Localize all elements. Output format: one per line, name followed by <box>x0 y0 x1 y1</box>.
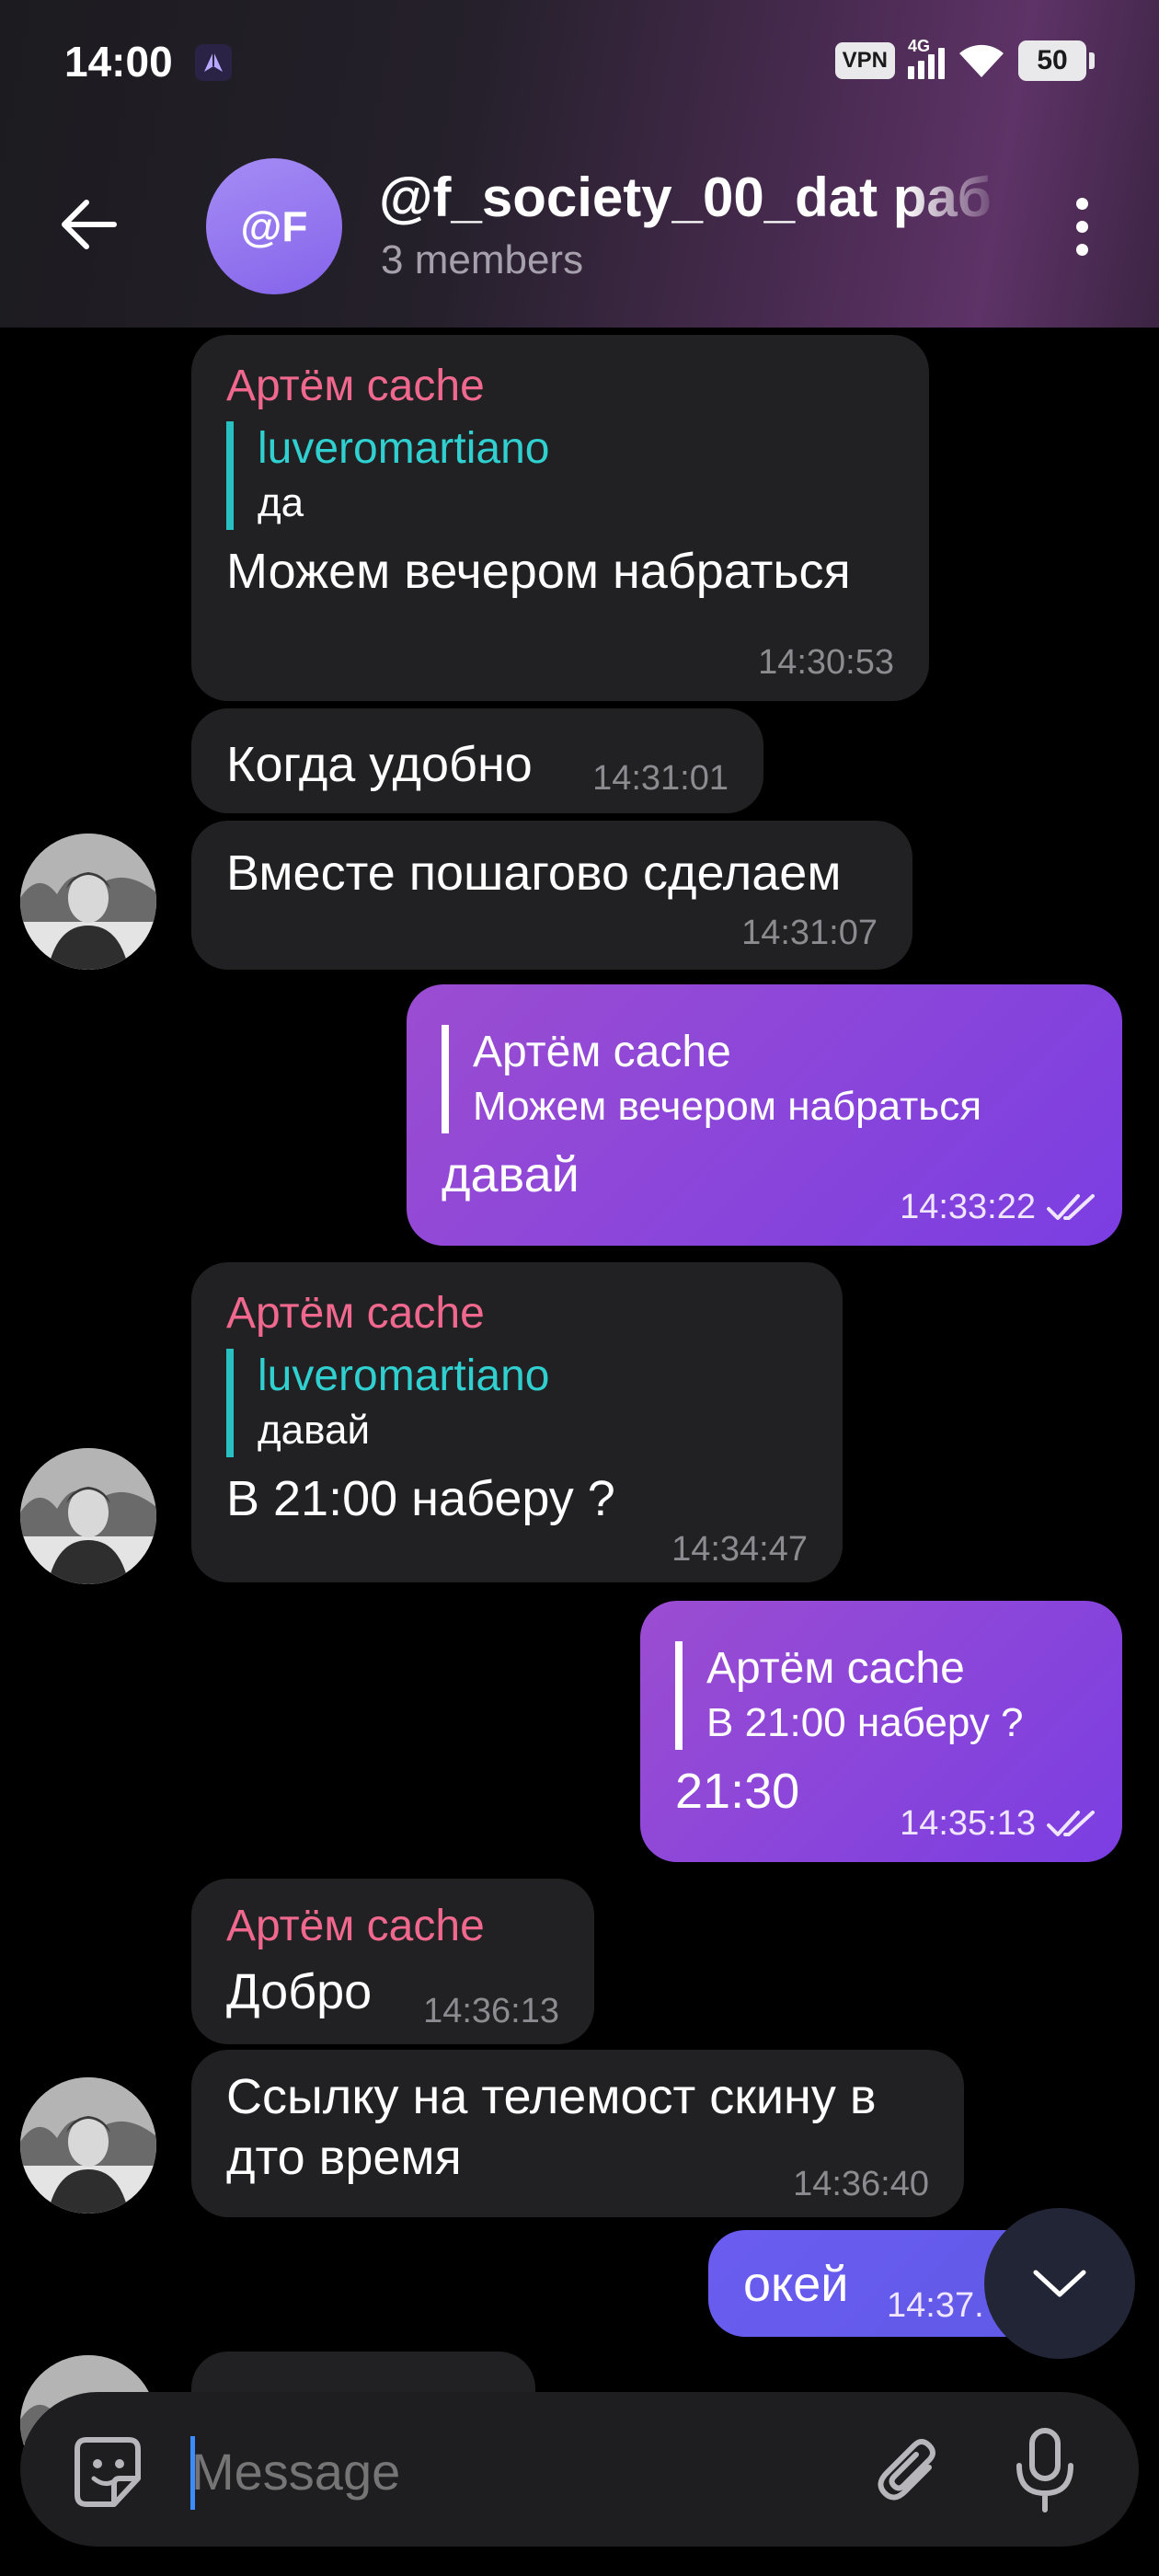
arrow-left-icon <box>62 200 117 249</box>
message-text-line: Ссылку на телемост скину в <box>226 2069 877 2124</box>
quote-text: Можем вечером набраться <box>473 1084 982 1129</box>
cellular-signal-icon: 4G <box>908 37 945 79</box>
quote-author: Артём cache <box>706 1644 965 1693</box>
reply-quote[interactable]: Артём cache Можем вечером набраться <box>442 1025 1087 1133</box>
sticker-button[interactable] <box>66 2431 149 2513</box>
status-icons: VPN 4G 50 <box>834 37 1095 83</box>
message-bubble-incoming[interactable]: Ссылку на телемост скину в дто время 14:… <box>191 2050 964 2217</box>
message-text: Можем вечером набраться <box>226 544 851 599</box>
sender-name[interactable]: Артём cache <box>226 1286 808 1341</box>
message-time: 14:31:07 <box>741 914 878 952</box>
message-time: 14:30:53 <box>758 643 894 682</box>
quote-text: В 21:00 наберу ? <box>706 1700 1024 1745</box>
attach-button[interactable] <box>868 2429 951 2512</box>
back-button[interactable] <box>52 191 125 258</box>
paperclip-icon <box>878 2439 935 2501</box>
group-avatar[interactable]: @F <box>206 158 342 294</box>
double-check-icon <box>1047 1194 1095 1220</box>
sender-name[interactable]: Артём cache <box>226 359 894 414</box>
chevron-down-icon <box>1033 2270 1086 2297</box>
quote-text: да <box>258 480 304 525</box>
message-bubble-incoming[interactable]: Артём cache Добро 14:36:13 <box>191 1879 594 2044</box>
message-time: 14:37. <box>887 2286 984 2325</box>
message-bubble-outgoing[interactable]: Артём cache В 21:00 наберу ? 21:30 14:35… <box>640 1601 1122 1862</box>
message-time: 14:33:22 <box>900 1188 1036 1226</box>
message-input[interactable] <box>191 2432 835 2510</box>
message-text: В 21:00 наберу ? <box>226 1471 615 1526</box>
network-type-label: 4G <box>908 37 931 55</box>
battery-level: 50 <box>1018 40 1086 81</box>
message-time: 14:31:01 <box>592 759 729 798</box>
reply-quote[interactable]: luveromartiano да <box>226 421 894 530</box>
more-menu-button[interactable] <box>1058 190 1106 263</box>
avatar[interactable] <box>20 2077 156 2214</box>
scroll-to-bottom-button[interactable] <box>984 2208 1135 2359</box>
message-time: 14:34:47 <box>671 1530 808 1569</box>
more-vertical-icon <box>1075 197 1088 210</box>
quote-author: luveromartiano <box>258 424 550 473</box>
battery-icon: 50 <box>1018 40 1095 81</box>
voice-record-button[interactable] <box>1006 2425 1084 2515</box>
app-notification-icon <box>195 44 232 81</box>
sender-name[interactable]: Артём cache <box>226 1899 559 1954</box>
message-time: 14:36:40 <box>793 2165 929 2203</box>
reply-quote[interactable]: luveromartiano давай <box>226 1349 808 1457</box>
message-bubble-outgoing[interactable]: Артём cache Можем вечером набраться дава… <box>407 984 1122 1246</box>
message-bubble-incoming[interactable]: Когда удобно 14:31:01 <box>191 708 763 813</box>
message-bubble-incoming[interactable]: Артём cache luveromartiano да Можем вече… <box>191 335 929 701</box>
members-count: 3 members <box>381 237 584 282</box>
avatar[interactable] <box>20 1448 156 1584</box>
message-text: Вместе пошагово сделаем <box>226 845 842 901</box>
status-time: 14:00 <box>64 38 173 86</box>
reply-quote[interactable]: Артём cache В 21:00 наберу ? <box>675 1641 1087 1750</box>
message-time: 14:36:13 <box>423 1992 559 2030</box>
quote-author: Артём cache <box>473 1028 731 1076</box>
message-bubble-incoming[interactable]: Вместе пошагово сделаем 14:31:07 <box>191 821 912 970</box>
sticker-icon <box>75 2437 141 2507</box>
quote-text: давай <box>258 1408 371 1453</box>
quote-author: luveromartiano <box>258 1351 550 1400</box>
wifi-icon <box>959 44 1004 77</box>
chat-title[interactable]: @f_society_00_dat раб <box>379 166 1004 229</box>
message-bubble-incoming[interactable]: Артём cache luveromartiano давай В 21:00… <box>191 1262 843 1582</box>
vpn-badge: VPN <box>834 42 895 79</box>
avatar[interactable] <box>20 834 156 970</box>
double-check-icon <box>1047 1811 1095 1836</box>
message-time: 14:35:13 <box>900 1804 1036 1843</box>
microphone-icon <box>1016 2428 1073 2513</box>
